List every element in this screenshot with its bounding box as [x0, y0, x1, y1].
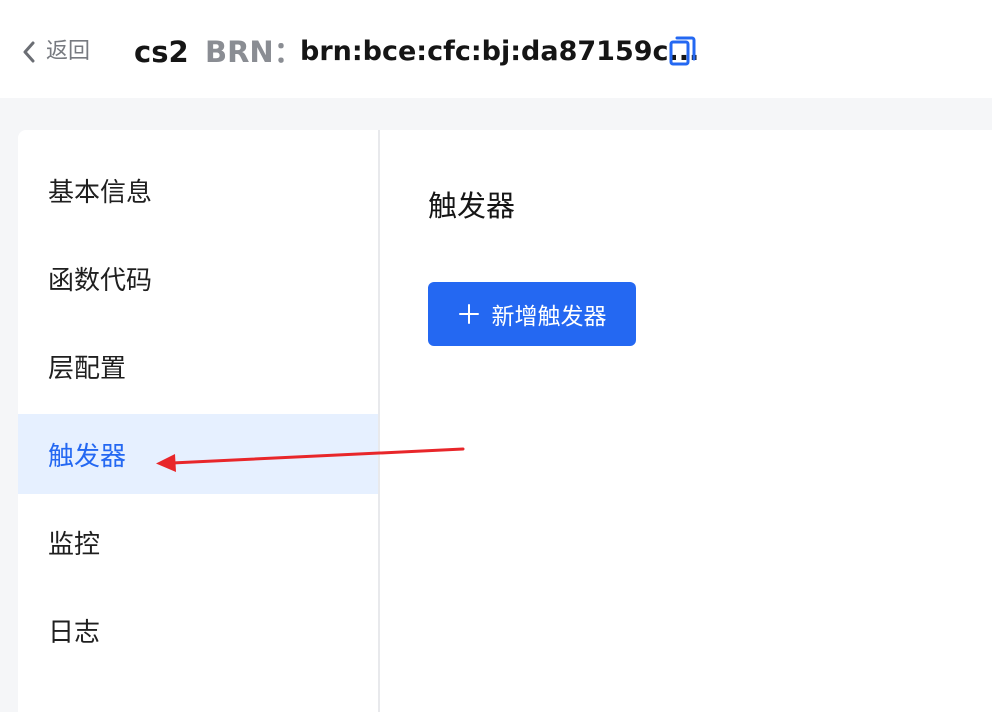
plus-icon — [458, 303, 480, 325]
sidebar-item-label: 触发器 — [48, 441, 127, 472]
sidebar-item-label: 函数代码 — [48, 265, 153, 296]
sidebar-item-label: 监控 — [48, 529, 101, 560]
main-content: 触发器 新增触发器 — [380, 130, 992, 712]
sidebar-item-triggers[interactable]: 触发器 — [18, 414, 378, 494]
sidebar-item-function-code[interactable]: 函数代码 — [18, 238, 378, 318]
back-label: 返回 — [46, 39, 91, 64]
sidebar-item-label: 基本信息 — [48, 177, 153, 208]
section-title: 触发器 — [428, 189, 516, 223]
add-trigger-button[interactable]: 新增触发器 — [428, 282, 636, 346]
sidebar-nav: 基本信息 函数代码 层配置 触发器 监控 日志 — [18, 130, 378, 712]
sidebar-item-layer-config[interactable]: 层配置 — [18, 326, 378, 406]
brn-label: BRN： — [205, 35, 303, 69]
sidebar-item-label: 层配置 — [48, 353, 127, 384]
page-header: 返回 cs2 BRN： brn:bce:cfc:bj:da87159c... — [0, 0, 992, 98]
sidebar-item-label: 日志 — [48, 617, 101, 648]
sidebar-item-basic-info[interactable]: 基本信息 — [18, 150, 378, 230]
sidebar-item-monitoring[interactable]: 监控 — [18, 502, 378, 582]
add-trigger-label: 新增触发器 — [491, 304, 607, 330]
copy-icon[interactable] — [669, 35, 697, 67]
back-button[interactable]: 返回 — [22, 36, 90, 68]
brn-value: brn:bce:cfc:bj:da87159c... — [300, 36, 700, 67]
chevron-left-icon — [23, 41, 35, 63]
function-name: cs2 — [134, 35, 189, 69]
sidebar-item-logs[interactable]: 日志 — [18, 590, 378, 670]
